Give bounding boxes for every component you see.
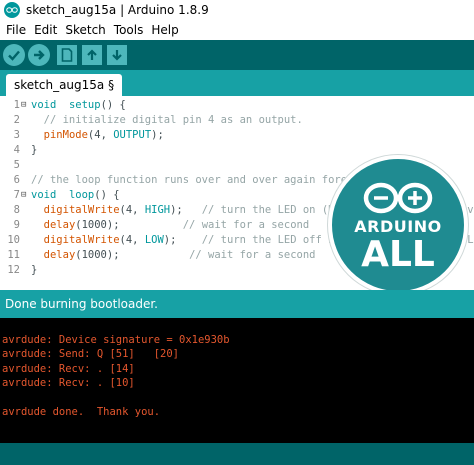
- console-line: avrdude: Recv: . [10]: [2, 377, 135, 389]
- open-button[interactable]: [82, 45, 102, 65]
- badge-sub-text: ALL: [361, 233, 435, 275]
- line-number: 5: [13, 159, 20, 171]
- code-text: delay(1000); // wait for a second: [43, 249, 316, 261]
- title-bar: sketch_aug15a | Arduino 1.8.9: [0, 0, 474, 20]
- menu-edit[interactable]: Edit: [30, 23, 61, 37]
- tab-bar: sketch_aug15a §: [0, 70, 474, 96]
- line-number: 4: [13, 144, 20, 156]
- save-button[interactable]: [107, 45, 127, 65]
- code-text: // the loop function runs over and over …: [31, 174, 367, 186]
- line-number: 6: [13, 174, 20, 186]
- line-number: 10: [7, 234, 20, 246]
- infinity-logo-icon: [363, 182, 433, 213]
- menu-file[interactable]: File: [2, 23, 30, 37]
- code-line[interactable]: 2 // initialize digital pin 4 as an outp…: [0, 113, 474, 128]
- menu-help[interactable]: Help: [147, 23, 182, 37]
- status-message: Done burning bootloader.: [5, 297, 158, 311]
- code-text: }: [31, 264, 38, 276]
- code-text: pinMode(4, OUTPUT);: [43, 129, 164, 141]
- code-text: // initialize digital pin 4 as an output…: [31, 114, 303, 126]
- fold-toggle-icon[interactable]: ⊟: [21, 98, 26, 113]
- tab-sketch[interactable]: sketch_aug15a §: [6, 74, 123, 96]
- code-line[interactable]: 1 ⊟ void setup() {: [0, 98, 474, 113]
- line-number: 3: [13, 129, 20, 141]
- menu-bar: File Edit Sketch Tools Help: [0, 20, 474, 40]
- line-number: 11: [7, 249, 20, 261]
- window-title: sketch_aug15a | Arduino 1.8.9: [26, 3, 209, 17]
- line-number: 8: [13, 204, 20, 216]
- console-output[interactable]: avrdude: Device signature = 0x1e930b avrd…: [0, 318, 474, 443]
- code-line[interactable]: 3 pinMode(4, OUTPUT);: [0, 128, 474, 143]
- code-text: delay(1000); // wait for a second: [43, 219, 310, 231]
- menu-sketch[interactable]: Sketch: [61, 23, 109, 37]
- line-number: 1: [13, 99, 20, 111]
- arrow-down-icon: [112, 50, 122, 61]
- fold-toggle-icon[interactable]: ⊟: [21, 188, 26, 203]
- status-bar: Done burning bootloader.: [0, 290, 474, 318]
- line-number: 2: [13, 114, 20, 126]
- code-text: void loop() {: [31, 189, 120, 201]
- line-number: 12: [7, 264, 20, 276]
- console-line: avrdude: Send: Q [51] [20]: [2, 348, 180, 360]
- checkmark-icon: [8, 50, 20, 61]
- new-button[interactable]: [57, 45, 77, 65]
- verify-button[interactable]: [3, 44, 25, 66]
- console-line: avrdude: Device signature = 0x1e930b: [2, 333, 230, 346]
- arduino-logo-icon: [4, 2, 20, 18]
- bottom-status-strip: [0, 443, 474, 465]
- new-file-icon: [61, 48, 73, 62]
- line-number: 7: [13, 189, 20, 201]
- arduino-all-badge: ARDUINO ALL: [328, 155, 468, 295]
- badge-brand-name: ARDUINO: [354, 216, 442, 236]
- line-number: 9: [13, 219, 20, 231]
- toolbar: [0, 40, 474, 70]
- arrow-right-icon: [34, 50, 45, 60]
- menu-tools[interactable]: Tools: [110, 23, 148, 37]
- console-line: avrdude: Recv: . [14]: [2, 362, 135, 375]
- arrow-up-icon: [87, 49, 97, 60]
- code-text: }: [31, 144, 38, 156]
- console-line: avrdude done. Thank you.: [2, 406, 161, 418]
- upload-button[interactable]: [28, 44, 50, 66]
- code-text: void setup() {: [31, 99, 126, 111]
